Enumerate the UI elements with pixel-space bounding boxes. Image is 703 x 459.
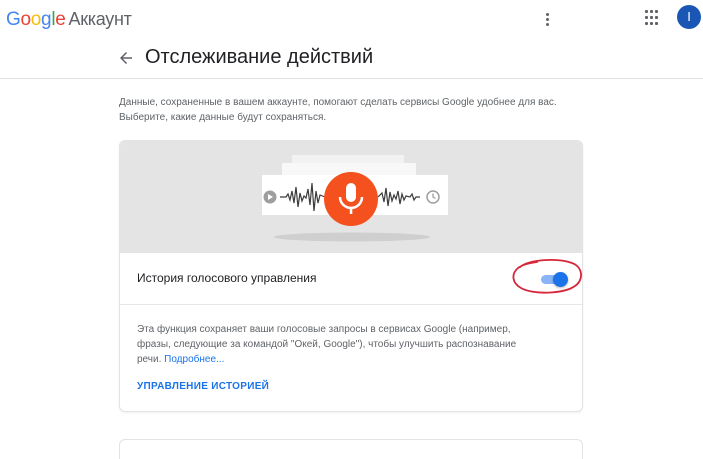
page-title: Отслеживание действий [145,46,374,68]
apps-grid-icon[interactable] [645,10,661,26]
voice-activity-card: История голосового управления Эта функци… [119,140,583,412]
voice-illustration [120,141,582,253]
google-account-logo[interactable]: Google Аккаунт [6,9,132,31]
google-wordmark: Google [6,9,66,30]
microphone-icon [324,172,378,226]
more-vert-icon[interactable] [540,9,554,29]
manage-history-link[interactable]: УПРАВЛЕНИЕ ИСТОРИЕЙ [137,381,269,392]
voice-illustration-graphic [262,155,448,242]
top-app-bar: Google Аккаунт I [0,0,703,38]
play-icon [263,190,277,204]
avatar[interactable]: I [677,5,701,29]
voice-history-setting-row[interactable]: История голосового управления [120,253,582,305]
voice-history-toggle[interactable] [539,270,569,288]
next-setting-card [119,439,583,459]
learn-more-link[interactable]: Подробнее... [164,354,224,365]
setting-description: Эта функция сохраняет ваши голосовые зап… [137,324,517,365]
page-header: Отслеживание действий [0,38,703,79]
arrow-back-icon[interactable] [117,49,135,67]
toggle-thumb [553,272,568,287]
setting-label: История голосового управления [137,271,317,285]
product-name: Аккаунт [68,9,132,29]
intro-text: Данные, сохраненные в вашем аккаунте, по… [119,97,557,123]
